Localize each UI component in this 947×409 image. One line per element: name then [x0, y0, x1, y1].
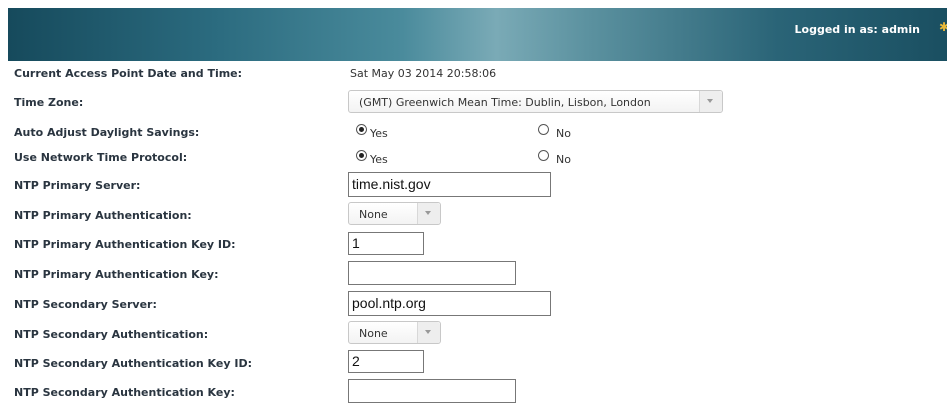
ntp-primary-key-id-input[interactable]: 1: [348, 232, 424, 255]
ntp-primary-key-label: NTP Primary Authentication Key:: [14, 268, 219, 281]
auto-dst-no-radio[interactable]: [538, 124, 549, 135]
ntp-secondary-key-id-label: NTP Secondary Authentication Key ID:: [14, 357, 252, 370]
ntp-secondary-key-id-input[interactable]: 2: [348, 350, 424, 373]
ntp-secondary-auth-select[interactable]: None: [348, 321, 441, 344]
chevron-down-icon: [417, 322, 440, 343]
ntp-secondary-key-input[interactable]: [348, 379, 516, 403]
chevron-down-icon: [417, 203, 440, 224]
chevron-down-icon: [699, 91, 722, 112]
header-bar: Logged in as: admin ✱: [8, 8, 947, 61]
ntp-primary-server-input[interactable]: time.nist.gov: [348, 172, 551, 197]
ntp-secondary-key-label: NTP Secondary Authentication Key:: [14, 386, 235, 399]
auto-dst-label: Auto Adjust Daylight Savings:: [14, 126, 200, 139]
time-zone-select[interactable]: (GMT) Greenwich Mean Time: Dublin, Lisbo…: [348, 90, 723, 113]
star-icon[interactable]: ✱: [939, 20, 947, 34]
use-ntp-yes-radio[interactable]: [356, 150, 367, 161]
ntp-secondary-server-input[interactable]: pool.ntp.org: [348, 291, 551, 316]
ntp-primary-auth-value: None: [359, 208, 388, 221]
auto-dst-yes-label[interactable]: Yes: [370, 127, 388, 140]
current-datetime-label: Current Access Point Date and Time:: [14, 67, 243, 80]
ntp-secondary-auth-label: NTP Secondary Authentication:: [14, 328, 209, 341]
ntp-primary-auth-label: NTP Primary Authentication:: [14, 209, 192, 222]
ntp-secondary-server-label: NTP Secondary Server:: [14, 298, 157, 311]
time-zone-value: (GMT) Greenwich Mean Time: Dublin, Lisbo…: [359, 96, 651, 109]
ntp-primary-key-input[interactable]: [348, 261, 516, 285]
use-ntp-no-radio[interactable]: [538, 150, 549, 161]
ntp-primary-auth-select[interactable]: None: [348, 202, 441, 225]
auto-dst-no-label[interactable]: No: [556, 127, 571, 140]
logged-in-user: Logged in as: admin: [794, 23, 920, 36]
use-ntp-label: Use Network Time Protocol:: [14, 151, 188, 164]
auto-dst-yes-radio[interactable]: [356, 124, 367, 135]
time-zone-label: Time Zone:: [14, 96, 84, 109]
ntp-secondary-auth-value: None: [359, 327, 388, 340]
ntp-primary-key-id-label: NTP Primary Authentication Key ID:: [14, 238, 236, 251]
current-datetime-value: Sat May 03 2014 20:58:06: [350, 67, 497, 80]
ntp-primary-server-label: NTP Primary Server:: [14, 179, 141, 192]
use-ntp-yes-label[interactable]: Yes: [370, 153, 388, 166]
use-ntp-no-label[interactable]: No: [556, 153, 571, 166]
